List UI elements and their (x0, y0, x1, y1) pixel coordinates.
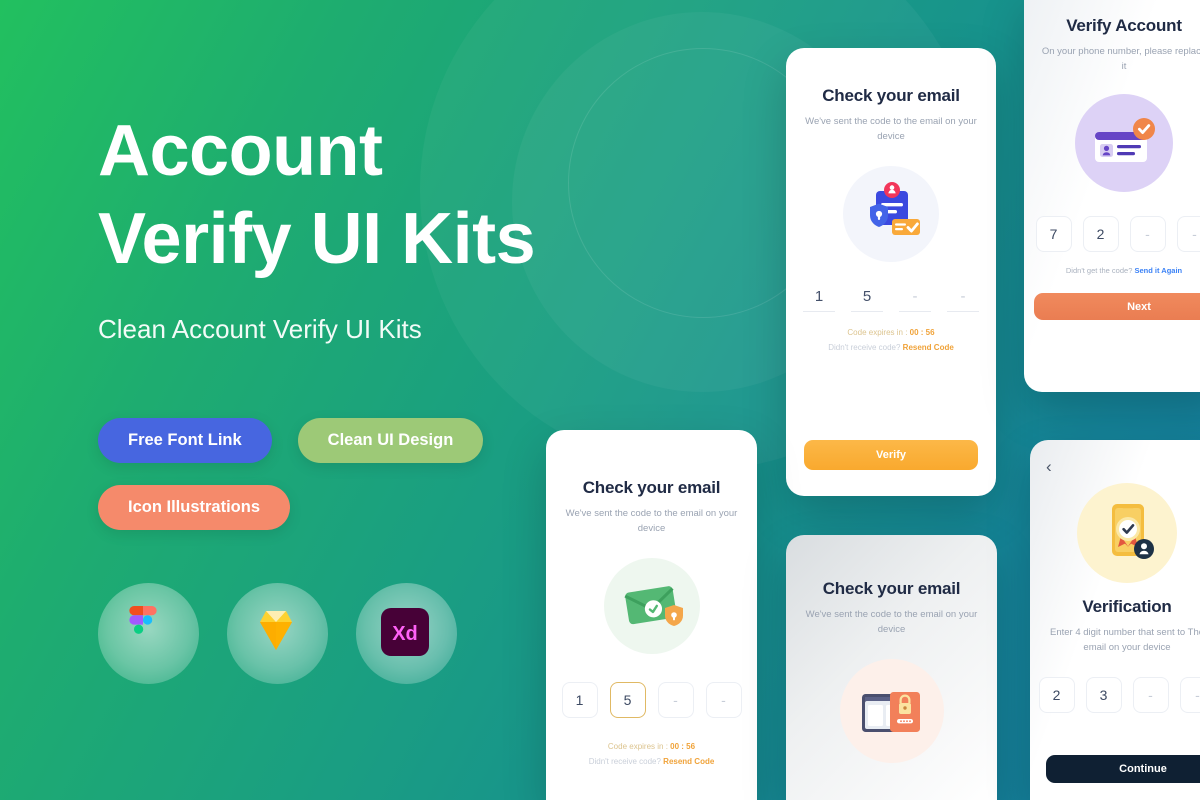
pill-clean-ui-design[interactable]: Clean UI Design (297, 418, 484, 463)
next-button[interactable]: Next (1034, 293, 1200, 320)
email-verified-illustration (603, 558, 700, 655)
illustration-wrap (786, 659, 997, 764)
pill-icon-illustrations[interactable]: Icon Illustrations (98, 485, 291, 530)
card-subtitle: We've sent the code to the email on your… (565, 508, 738, 534)
otp-digit-4[interactable]: - (1179, 677, 1200, 714)
verify-button[interactable]: Verify (804, 440, 978, 470)
card-subtitle: On your phone number, please replace it (1041, 46, 1200, 72)
card-title: Check your email (582, 478, 721, 497)
continue-button[interactable]: Continue (1046, 755, 1200, 783)
resend-code-link[interactable]: Resend Code (903, 343, 954, 352)
otp-digit-1[interactable]: 7 (1035, 216, 1072, 253)
otp-input-group[interactable]: 1 5 - - (786, 288, 996, 313)
code-expiry-label: Code expires in : (607, 742, 668, 752)
sketch-icon (250, 606, 306, 662)
title-line-1: Account (98, 111, 383, 191)
document-security-illustration (843, 166, 939, 263)
otp-input-group[interactable]: 1 5 - - (546, 682, 757, 719)
title-line-2: Verify UI Kits (98, 198, 536, 279)
card-title: Check your email (822, 86, 960, 105)
card-check-your-email-main[interactable]: Check your email We've sent the code to … (786, 48, 996, 496)
card-subtitle: We've sent the code to the email on your… (805, 116, 977, 142)
otp-digit-2[interactable]: 5 (609, 682, 646, 719)
otp-digit-1[interactable]: 1 (803, 288, 835, 313)
resend-prefix: Didn't receive code? (588, 757, 661, 767)
code-expiry-text: Code expires in : 00 : 56 (786, 328, 996, 337)
id-card-verified-illustration (1075, 94, 1173, 193)
otp-input-group[interactable]: 2 3 - - (1030, 677, 1200, 714)
otp-digit-3[interactable]: - (1132, 677, 1169, 714)
resend-row: Didn't receive code? Resend Code (546, 757, 757, 766)
card-subtitle: We've sent the code to the email on your… (805, 609, 978, 635)
pill-free-font-link[interactable]: Free Font Link (98, 418, 272, 463)
illustration-wrap (1024, 94, 1200, 193)
adobe-xd-icon: Xd (379, 606, 435, 662)
card-check-your-email-gray[interactable]: Check your email We've sent the code to … (786, 535, 997, 800)
otp-digit-4[interactable]: - (705, 682, 742, 719)
illustration-wrap (786, 166, 996, 263)
otp-digit-1[interactable]: 1 (561, 682, 598, 719)
illustration-wrap (1030, 483, 1200, 583)
page-title: Account Verify UI Kits (98, 108, 718, 284)
back-chevron-icon[interactable]: ‹ (1046, 457, 1052, 476)
code-expiry-text: Code expires in : 00 : 56 (546, 742, 757, 751)
card-verify-account[interactable]: Verify Account On your phone number, ple… (1024, 0, 1200, 392)
phone-badge-illustration (1077, 483, 1177, 583)
otp-digit-2[interactable]: 3 (1085, 677, 1122, 714)
resend-row: Didn't get the code? Send it Again (1024, 266, 1200, 275)
card-subtitle: Enter 4 digit number that sent to The em… (1049, 627, 1200, 653)
card-title: Check your email (822, 579, 961, 598)
otp-digit-4[interactable]: - (947, 288, 979, 313)
otp-digit-1[interactable]: 2 (1038, 677, 1075, 714)
card-title: Verify Account (1066, 16, 1182, 35)
send-again-link[interactable]: Send it Again (1134, 266, 1182, 275)
app-badge-sketch[interactable] (227, 583, 328, 684)
app-badge-adobe-xd[interactable]: Xd (356, 583, 457, 684)
resend-prefix: Didn't get the code? (1065, 266, 1133, 276)
svg-text:Xd: Xd (392, 623, 418, 645)
resend-row: Didn't receive code? Resend Code (786, 343, 996, 352)
card-check-your-email-green[interactable]: Check your email We've sent the code to … (546, 430, 757, 800)
resend-code-link[interactable]: Resend Code (663, 757, 714, 766)
app-icon-group: Xd (98, 583, 457, 684)
hero-subtitle: Clean Account Verify UI Kits (98, 313, 422, 344)
otp-digit-4[interactable]: - (1176, 216, 1200, 253)
otp-digit-3[interactable]: - (899, 288, 931, 313)
code-expiry-value: 00 : 56 (909, 328, 935, 338)
card-verification[interactable]: ‹ Verification Enter 4 digit number that… (1030, 440, 1200, 800)
card-title: Verification (1082, 597, 1172, 616)
otp-digit-3[interactable]: - (1129, 216, 1166, 253)
hero-section: Account Verify UI Kits Clean Account Ver… (98, 108, 718, 345)
otp-digit-2[interactable]: 2 (1082, 216, 1119, 253)
otp-digit-3[interactable]: - (657, 682, 694, 719)
otp-digit-2[interactable]: 5 (851, 288, 883, 313)
browser-password-illustration (839, 659, 944, 764)
otp-input-group[interactable]: 7 2 - - (1024, 216, 1200, 253)
resend-prefix: Didn't receive code? (828, 343, 901, 353)
code-expiry-label: Code expires in : (847, 328, 908, 338)
code-expiry-value: 00 : 56 (670, 742, 696, 752)
illustration-wrap (546, 558, 757, 655)
app-badge-figma[interactable] (98, 583, 199, 684)
figma-icon (121, 605, 177, 662)
